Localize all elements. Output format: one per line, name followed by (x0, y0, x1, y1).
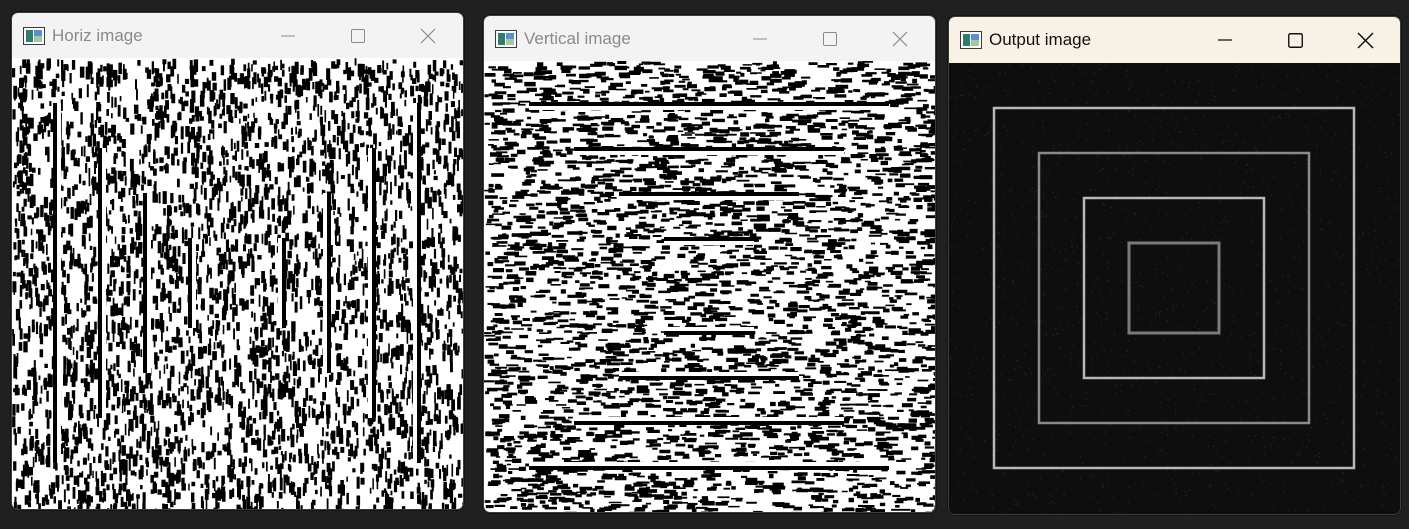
close-button[interactable] (393, 13, 463, 58)
horiz-edge-image (12, 58, 463, 509)
maximize-icon (1287, 32, 1303, 48)
maximize-icon (823, 31, 837, 46)
close-button[interactable] (865, 16, 935, 61)
horiz-image-titlebar[interactable]: Horiz image (12, 13, 463, 58)
minimize-button[interactable] (1190, 17, 1260, 63)
output-image-titlebar[interactable]: Output image (949, 17, 1400, 63)
horiz-image-canvas (12, 58, 463, 509)
maximize-button[interactable] (323, 13, 393, 58)
output-image-window[interactable]: Output image (948, 16, 1401, 515)
minimize-icon (1218, 39, 1232, 41)
window-title: Output image (989, 30, 1092, 49)
maximize-button[interactable] (1260, 17, 1330, 63)
window-title: Horiz image (52, 25, 143, 45)
output-image-canvas (949, 63, 1400, 514)
horiz-image-window[interactable]: Horiz image (11, 12, 464, 510)
close-button[interactable] (1330, 17, 1400, 63)
close-icon (1356, 31, 1374, 49)
minimize-button[interactable] (725, 16, 795, 61)
app-icon (495, 29, 517, 48)
close-icon (420, 28, 436, 43)
window-title: Vertical image (524, 28, 631, 48)
vertical-image-canvas (484, 61, 935, 512)
minimize-icon (281, 35, 295, 36)
output-image (949, 63, 1400, 514)
close-icon (892, 31, 908, 46)
vertical-edge-image (484, 61, 935, 512)
app-icon (23, 26, 45, 45)
minimize-button[interactable] (253, 13, 323, 58)
vertical-image-titlebar[interactable]: Vertical image (484, 16, 935, 61)
maximize-button[interactable] (795, 16, 865, 61)
maximize-icon (351, 28, 365, 43)
app-icon (960, 31, 982, 49)
vertical-image-window[interactable]: Vertical image (483, 15, 936, 513)
minimize-icon (753, 38, 767, 39)
